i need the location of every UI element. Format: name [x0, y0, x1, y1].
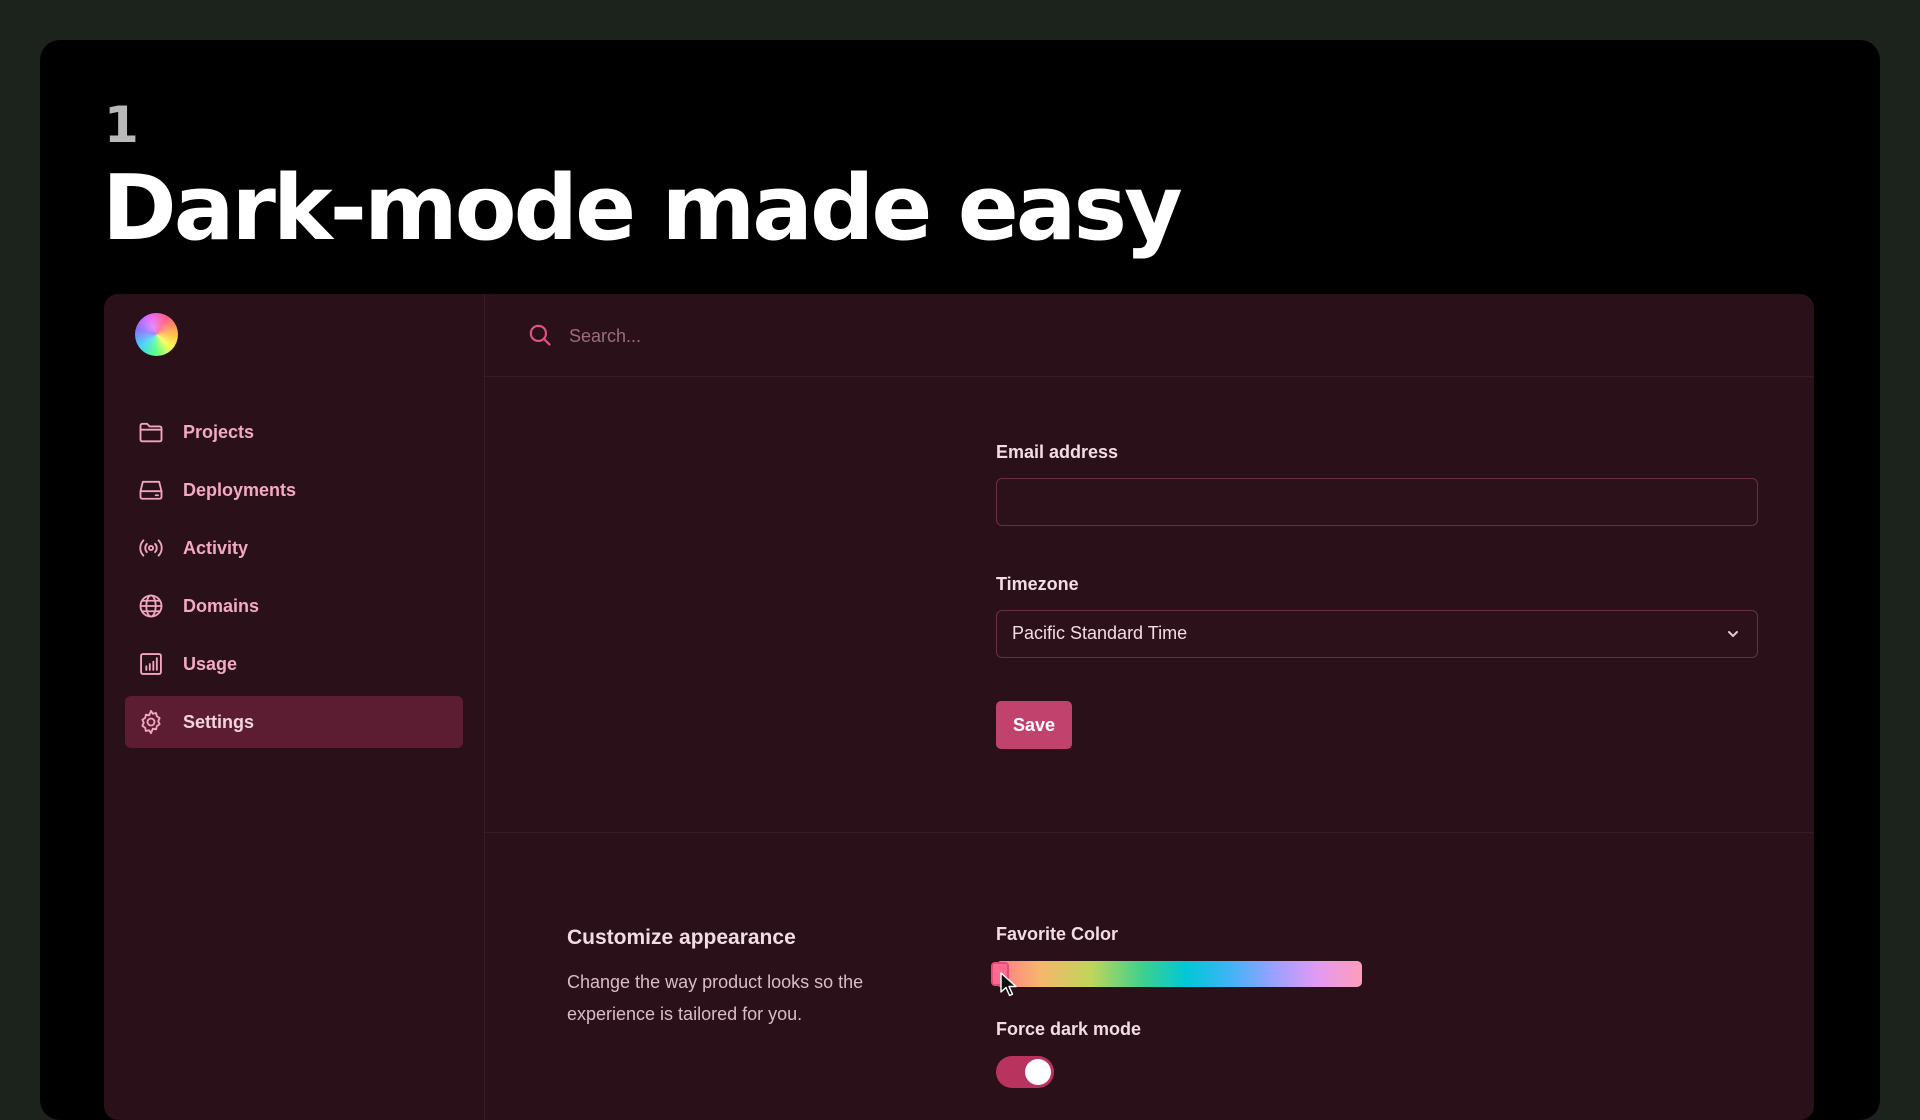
sidebar-item-label: Projects [183, 421, 255, 442]
mouse-cursor-icon [1000, 972, 1018, 998]
sidebar-item-domains[interactable]: Domains [125, 580, 463, 632]
search-bar [485, 294, 1814, 377]
sidebar-item-label: Settings [183, 711, 255, 732]
appearance-description: Change the way product looks so the expe… [567, 972, 864, 1024]
timezone-select[interactable]: Pacific Standard Time [996, 610, 1758, 658]
sidebar-item-usage[interactable]: Usage [125, 638, 463, 690]
timezone-value: Pacific Standard Time [1012, 623, 1188, 643]
email-label: Email address [996, 442, 1119, 462]
server-icon [137, 476, 165, 504]
sidebar-item-deployments[interactable]: Deployments [125, 464, 463, 516]
section-divider [485, 832, 1814, 833]
timezone-label: Timezone [996, 574, 1079, 594]
favorite-color-label: Favorite Color [996, 924, 1119, 944]
chart-icon [137, 650, 165, 678]
sidebar-item-projects[interactable]: Projects [125, 406, 463, 458]
avatar[interactable] [135, 313, 178, 356]
force-dark-label: Force dark mode [996, 1019, 1142, 1039]
save-button[interactable]: Save [996, 701, 1072, 749]
sidebar-item-label: Activity [183, 537, 249, 558]
force-dark-toggle[interactable] [996, 1056, 1054, 1088]
toggle-knob [1025, 1059, 1051, 1085]
search-icon [527, 322, 553, 348]
sidebar-item-label: Deployments [183, 479, 297, 500]
email-field-wrapper [996, 478, 1785, 526]
chevron-down-icon [1723, 624, 1743, 644]
sidebar-item-label: Domains [183, 595, 260, 616]
step-number: 1 [104, 96, 139, 154]
sidebar: Projects Deployments Activity Domains Us… [104, 294, 485, 1120]
search-input[interactable] [567, 316, 1171, 356]
folder-icon [137, 418, 165, 446]
sidebar-nav: Projects Deployments Activity Domains Us… [125, 406, 463, 754]
email-field[interactable] [997, 479, 1785, 525]
favorite-color-slider[interactable] [996, 961, 1362, 987]
appearance-title: Customize appearance [567, 926, 796, 949]
globe-icon [137, 592, 165, 620]
sidebar-item-settings[interactable]: Settings [125, 696, 463, 748]
sidebar-item-activity[interactable]: Activity [125, 522, 463, 574]
sidebar-item-label: Usage [183, 653, 238, 674]
gear-icon [137, 708, 165, 736]
broadcast-icon [137, 534, 165, 562]
headline: Dark-mode made easy [102, 156, 1183, 261]
app-window: Projects Deployments Activity Domains Us… [104, 294, 1814, 1120]
showcase-frame: 1 Dark-mode made easy Projects Deploymen… [40, 40, 1880, 1120]
